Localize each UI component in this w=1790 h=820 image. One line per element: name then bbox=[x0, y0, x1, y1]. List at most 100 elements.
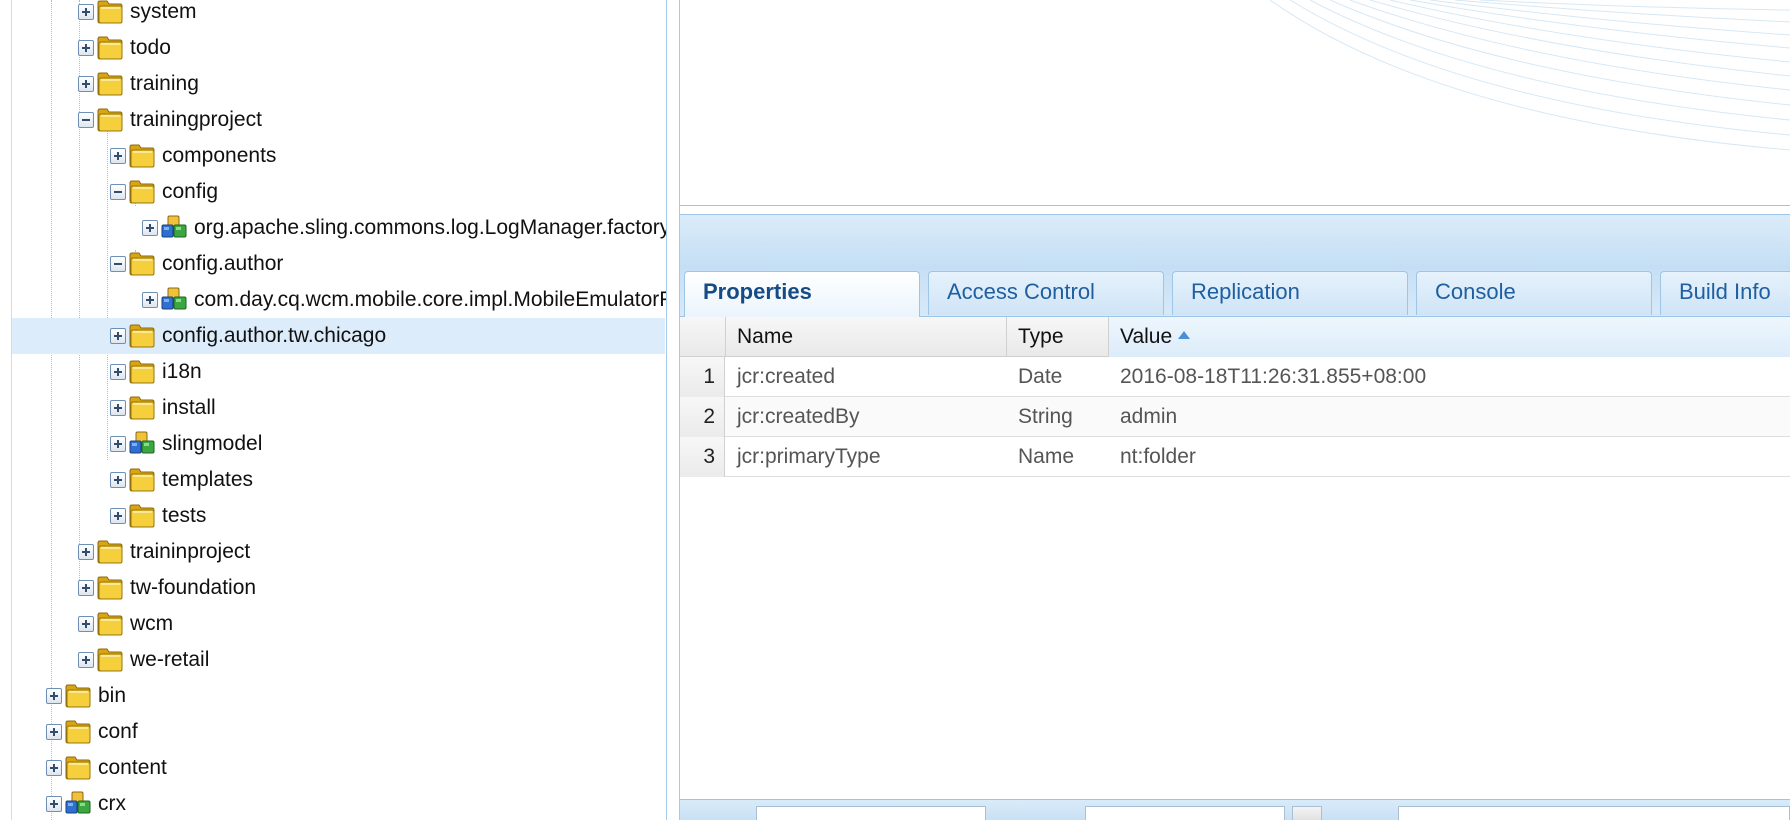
table-row[interactable]: 3 jcr:primaryType Name nt:folder bbox=[680, 437, 1790, 477]
expand-icon[interactable] bbox=[46, 688, 62, 704]
column-header-type[interactable]: Type bbox=[1007, 317, 1109, 357]
tree-node-label: we-retail bbox=[130, 648, 210, 671]
tab-access-control[interactable]: Access Control bbox=[928, 271, 1164, 315]
collapse-icon[interactable] bbox=[78, 112, 94, 128]
property-type: Name bbox=[1018, 445, 1075, 468]
panel-splitter[interactable] bbox=[666, 0, 680, 820]
tree-node[interactable]: crx bbox=[12, 786, 665, 820]
expand-icon[interactable] bbox=[78, 544, 94, 560]
type-dropdown-button[interactable] bbox=[1292, 806, 1322, 820]
tree-node[interactable]: conf bbox=[12, 714, 665, 750]
tab-strip: Properties Access Control Replication Co… bbox=[680, 269, 1790, 318]
expand-icon[interactable] bbox=[46, 796, 62, 812]
tree-node[interactable]: we-retail bbox=[12, 642, 665, 678]
expand-icon[interactable] bbox=[78, 580, 94, 596]
tree-node-label: wcm bbox=[130, 612, 174, 635]
expand-icon[interactable] bbox=[46, 760, 62, 776]
background-swirl-graphic bbox=[1269, 0, 1790, 151]
tree-node-label: traininproject bbox=[130, 540, 251, 563]
row-number-header bbox=[680, 317, 726, 357]
property-value: admin bbox=[1120, 405, 1178, 428]
folder-icon bbox=[96, 538, 124, 564]
column-header-name[interactable]: Name bbox=[726, 317, 1007, 357]
folder-icon bbox=[64, 754, 92, 780]
properties-panel: Properties Access Control Replication Co… bbox=[680, 214, 1790, 820]
property-name: jcr:created bbox=[737, 365, 836, 388]
folder-icon bbox=[128, 142, 156, 168]
tree-node-label: system bbox=[130, 0, 197, 23]
collapse-icon[interactable] bbox=[110, 184, 126, 200]
tree-node[interactable]: org.apache.sling.commons.log.LogManager.… bbox=[12, 210, 666, 246]
expand-icon[interactable] bbox=[110, 148, 126, 164]
expand-icon[interactable] bbox=[78, 40, 94, 56]
tree-node-label: tw-foundation bbox=[130, 576, 257, 599]
tree-node[interactable]: traininproject bbox=[12, 534, 665, 570]
expand-icon[interactable] bbox=[78, 76, 94, 92]
property-name-input[interactable] bbox=[756, 806, 986, 820]
property-name: jcr:createdBy bbox=[737, 405, 860, 428]
tree-node-label: slingmodel bbox=[162, 432, 263, 455]
column-header-value-label: Value bbox=[1120, 325, 1173, 348]
folder-icon bbox=[128, 502, 156, 528]
tree-node[interactable]: config bbox=[12, 174, 665, 210]
tree-node-label: install bbox=[162, 396, 216, 419]
tree-node-label: i18n bbox=[162, 360, 202, 383]
property-name: jcr:primaryType bbox=[737, 445, 881, 468]
properties-grid-header: Name Type Value bbox=[680, 317, 1790, 357]
tree-node[interactable]: bin bbox=[12, 678, 665, 714]
expand-icon[interactable] bbox=[110, 400, 126, 416]
expand-icon[interactable] bbox=[142, 220, 158, 236]
tree-node-label: todo bbox=[130, 36, 171, 59]
tree-node[interactable]: trainingproject bbox=[12, 102, 665, 138]
add-property-bar bbox=[680, 799, 1790, 820]
column-header-value[interactable]: Value bbox=[1109, 317, 1790, 357]
tree-node-label: training bbox=[130, 72, 199, 95]
tree-node-label: trainingproject bbox=[130, 108, 262, 131]
tree-node[interactable]: tw-foundation bbox=[12, 570, 665, 606]
table-row[interactable]: 1 jcr:created Date 2016-08-18T11:26:31.8… bbox=[680, 357, 1790, 397]
collapse-icon[interactable] bbox=[110, 256, 126, 272]
expand-icon[interactable] bbox=[110, 436, 126, 452]
tree-node[interactable]: config.author.tw.chicago bbox=[12, 318, 665, 354]
tree-node-label: config bbox=[162, 180, 219, 203]
tree-node[interactable]: todo bbox=[12, 30, 665, 66]
tree-node-label: com.day.cq.wcm.mobile.core.impl.MobileEm… bbox=[194, 288, 666, 311]
tree-node[interactable]: config.author bbox=[12, 246, 665, 282]
expand-icon[interactable] bbox=[78, 4, 94, 20]
property-type: Date bbox=[1018, 365, 1063, 388]
tree-node[interactable]: templates bbox=[12, 462, 665, 498]
tree-node[interactable]: training bbox=[12, 66, 665, 102]
expand-icon[interactable] bbox=[110, 472, 126, 488]
expand-icon[interactable] bbox=[46, 724, 62, 740]
tree-node-label: conf bbox=[98, 720, 138, 743]
property-value-input[interactable] bbox=[1398, 806, 1790, 820]
property-type-select[interactable] bbox=[1085, 806, 1285, 820]
tab-console[interactable]: Console bbox=[1416, 271, 1652, 315]
expand-icon[interactable] bbox=[110, 328, 126, 344]
table-row[interactable]: 2 jcr:createdBy String admin bbox=[680, 397, 1790, 437]
tree-node-label: crx bbox=[98, 792, 126, 815]
tree-node[interactable]: i18n bbox=[12, 354, 665, 390]
node-icon bbox=[128, 430, 156, 456]
tree-node[interactable]: components bbox=[12, 138, 665, 174]
tab-replication[interactable]: Replication bbox=[1172, 271, 1408, 315]
expand-icon[interactable] bbox=[110, 364, 126, 380]
folder-icon bbox=[96, 574, 124, 600]
tree-node[interactable]: tests bbox=[12, 498, 665, 534]
sort-ascending-icon bbox=[1178, 331, 1191, 340]
folder-icon bbox=[64, 718, 92, 744]
tab-properties[interactable]: Properties bbox=[684, 271, 920, 318]
tab-build-info[interactable]: Build Info bbox=[1660, 271, 1790, 315]
row-number: 2 bbox=[680, 397, 725, 437]
tree-node[interactable]: system bbox=[12, 0, 665, 30]
expand-icon[interactable] bbox=[78, 652, 94, 668]
tree-node[interactable]: install bbox=[12, 390, 665, 426]
tree-node[interactable]: com.day.cq.wcm.mobile.core.impl.MobileEm… bbox=[12, 282, 666, 318]
tree-node[interactable]: slingmodel bbox=[12, 426, 665, 462]
expand-icon[interactable] bbox=[110, 508, 126, 524]
folder-icon bbox=[96, 610, 124, 636]
tree-node[interactable]: wcm bbox=[12, 606, 665, 642]
expand-icon[interactable] bbox=[78, 616, 94, 632]
tree-node[interactable]: content bbox=[12, 750, 665, 786]
expand-icon[interactable] bbox=[142, 292, 158, 308]
